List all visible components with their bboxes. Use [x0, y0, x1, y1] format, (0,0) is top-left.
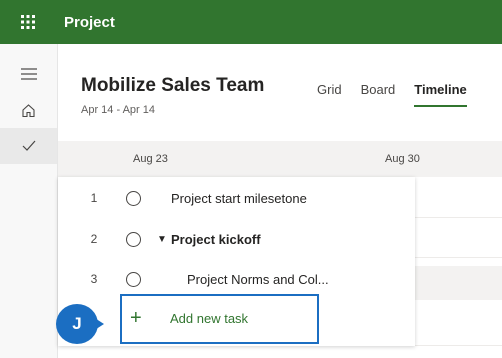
timeline-header: Aug 23 Aug 30 — [58, 141, 502, 177]
view-tabs: Grid Board Timeline — [317, 82, 486, 107]
plan-title: Mobilize Sales Team — [81, 75, 265, 96]
task-row[interactable]: 2 ▼ Project kickoff — [58, 219, 415, 259]
left-rail — [0, 44, 58, 358]
task-name[interactable]: Project kickoff — [171, 232, 261, 247]
grid-line — [415, 217, 502, 218]
add-task-label: Add new task — [170, 311, 249, 326]
home-icon[interactable] — [0, 92, 57, 128]
complete-task-radio[interactable] — [126, 231, 141, 247]
task-number: 1 — [90, 191, 98, 205]
task-number: 3 — [90, 272, 98, 286]
grid-line — [415, 345, 502, 346]
task-row[interactable]: 1 Project start milesetone — [58, 178, 415, 218]
tab-grid[interactable]: Grid — [317, 82, 342, 107]
tab-timeline[interactable]: Timeline — [414, 82, 467, 107]
hamburger-icon[interactable] — [0, 56, 57, 92]
complete-task-radio[interactable] — [126, 271, 141, 287]
task-row[interactable]: 3 Project Norms and Col... — [58, 259, 415, 299]
add-new-task-button[interactable]: + Add new task — [120, 294, 319, 344]
task-name[interactable]: Project start milesetone — [171, 191, 307, 206]
grid-line — [415, 257, 502, 258]
task-number: 2 — [90, 232, 98, 246]
timeline-row-band — [415, 266, 502, 300]
chevron-down-icon[interactable]: ▼ — [157, 234, 167, 245]
plan-dates: Apr 14 - Apr 14 — [81, 104, 155, 116]
checkmark-icon[interactable] — [0, 128, 57, 164]
callout-letter: J — [72, 314, 82, 333]
waffle-icon[interactable] — [0, 0, 56, 44]
complete-task-radio[interactable] — [126, 190, 141, 206]
main-content: Mobilize Sales Team Apr 14 - Apr 14 Grid… — [58, 44, 502, 358]
app-header: Project — [0, 0, 502, 44]
app-title: Project — [64, 13, 115, 31]
plus-icon: + — [130, 307, 142, 329]
step-callout: J — [56, 304, 106, 344]
timeline-date: Aug 30 — [385, 153, 420, 165]
task-name[interactable]: Project Norms and Col... — [187, 272, 329, 287]
tab-board[interactable]: Board — [361, 82, 396, 107]
timeline-date: Aug 23 — [133, 153, 168, 165]
